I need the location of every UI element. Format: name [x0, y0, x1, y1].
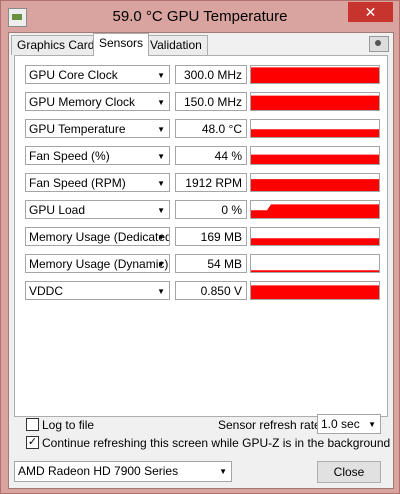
- chevron-down-icon: ▼: [157, 152, 165, 161]
- chevron-down-icon: ▼: [157, 287, 165, 296]
- sensor-value: 48.0 °C: [175, 119, 247, 138]
- chevron-down-icon: ▼: [157, 125, 165, 134]
- sensor-graph-area: [251, 285, 379, 299]
- sensor-graph-area: [251, 179, 379, 191]
- sensor-value: 169 MB: [175, 227, 247, 246]
- gpu-select-dropdown[interactable]: AMD Radeon HD 7900 Series ▼: [14, 461, 232, 482]
- sensor-value: 0.850 V: [175, 281, 247, 300]
- log-to-file-label: Log to file: [42, 418, 95, 432]
- chevron-down-icon: ▼: [157, 71, 165, 80]
- sensor-value: 150.0 MHz: [175, 92, 247, 111]
- chevron-down-icon: ▼: [157, 233, 165, 242]
- sensor-graph-area: [251, 204, 379, 218]
- continue-refresh-label: Continue refreshing this screen while GP…: [42, 436, 391, 450]
- client-area: Graphics Card Sensors Validation GPU Cor…: [8, 32, 394, 489]
- continue-refresh-checkbox[interactable]: ✓: [26, 436, 39, 449]
- refresh-rate-value: 1.0 sec: [321, 417, 360, 431]
- window-title: 59.0 °C GPU Temperature: [112, 8, 288, 25]
- sensor-value: 44 %: [175, 146, 247, 165]
- screenshot-camera-icon[interactable]: [369, 36, 389, 52]
- sensor-graph: [250, 119, 380, 138]
- sensor-name-dropdown[interactable]: GPU Temperature ▼: [25, 119, 170, 138]
- sensor-graph: [250, 65, 380, 84]
- sensor-name-dropdown[interactable]: GPU Memory Clock ▼: [25, 92, 170, 111]
- log-to-file-checkbox[interactable]: [26, 418, 39, 431]
- sensor-name: Fan Speed (%): [29, 149, 110, 163]
- gpu-select-value: AMD Radeon HD 7900 Series: [18, 464, 179, 478]
- window-close-button[interactable]: ✕: [348, 2, 393, 22]
- sensor-name: GPU Memory Clock: [29, 95, 136, 109]
- sensor-name-dropdown[interactable]: VDDC ▼: [25, 281, 170, 300]
- sensor-value: 0 %: [175, 200, 247, 219]
- refresh-rate-dropdown[interactable]: 1.0 sec ▼: [317, 414, 381, 434]
- sensor-name: VDDC: [29, 284, 64, 298]
- sensor-value: 1912 RPM: [175, 173, 247, 192]
- sensor-name: Memory Usage (Dedicated): [29, 230, 170, 244]
- sensor-graph: [250, 281, 380, 300]
- sensor-graph: [250, 173, 380, 192]
- sensor-graph: [250, 92, 380, 111]
- sensor-value: 300.0 MHz: [175, 65, 247, 84]
- sensor-graph-area: [251, 67, 379, 83]
- sensor-name: GPU Core Clock: [29, 68, 118, 82]
- sensor-graph: [250, 146, 380, 165]
- sensor-graph-area: [251, 270, 379, 272]
- sensor-graph: [250, 254, 380, 273]
- sensor-name-dropdown[interactable]: Fan Speed (%) ▼: [25, 146, 170, 165]
- tab-validation[interactable]: Validation: [144, 35, 208, 55]
- chevron-down-icon: ▼: [219, 467, 227, 476]
- gpu-z-window: 59.0 °C GPU Temperature ✕ Graphics Card …: [0, 0, 400, 494]
- sensor-graph: [250, 227, 380, 246]
- chevron-down-icon: ▼: [157, 260, 165, 269]
- sensor-name-dropdown[interactable]: GPU Core Clock ▼: [25, 65, 170, 84]
- tab-graphics-card[interactable]: Graphics Card: [11, 35, 101, 55]
- sensor-graph-area: [251, 238, 379, 245]
- sensor-graph-area: [251, 129, 379, 137]
- sensor-name-dropdown[interactable]: Fan Speed (RPM) ▼: [25, 173, 170, 192]
- sensor-name-dropdown[interactable]: Memory Usage (Dynamic) ▼: [25, 254, 170, 273]
- tab-sensors[interactable]: Sensors: [93, 33, 150, 56]
- chevron-down-icon: ▼: [157, 98, 165, 107]
- sensor-value: 54 MB: [175, 254, 247, 273]
- sensor-name: Fan Speed (RPM): [29, 176, 126, 190]
- refresh-rate-label: Sensor refresh rate:: [218, 418, 325, 432]
- chevron-down-icon: ▼: [368, 420, 376, 429]
- sensor-name-dropdown[interactable]: Memory Usage (Dedicated) ▼: [25, 227, 170, 246]
- sensor-graph: [250, 200, 380, 219]
- sensor-name: Memory Usage (Dynamic): [29, 257, 169, 271]
- sensor-graph-area: [251, 154, 379, 164]
- sensor-name: GPU Load: [29, 203, 86, 217]
- chevron-down-icon: ▼: [157, 206, 165, 215]
- title-bar[interactable]: 59.0 °C GPU Temperature ✕: [1, 1, 399, 35]
- sensors-panel: GPU Core Clock ▼ 300.0 MHz GPU Memory Clock…: [14, 55, 388, 417]
- sensor-name: GPU Temperature: [29, 122, 126, 136]
- sensor-graph-area: [251, 95, 379, 110]
- close-button[interactable]: Close: [317, 461, 381, 483]
- sensor-name-dropdown[interactable]: GPU Load ▼: [25, 200, 170, 219]
- chevron-down-icon: ▼: [157, 179, 165, 188]
